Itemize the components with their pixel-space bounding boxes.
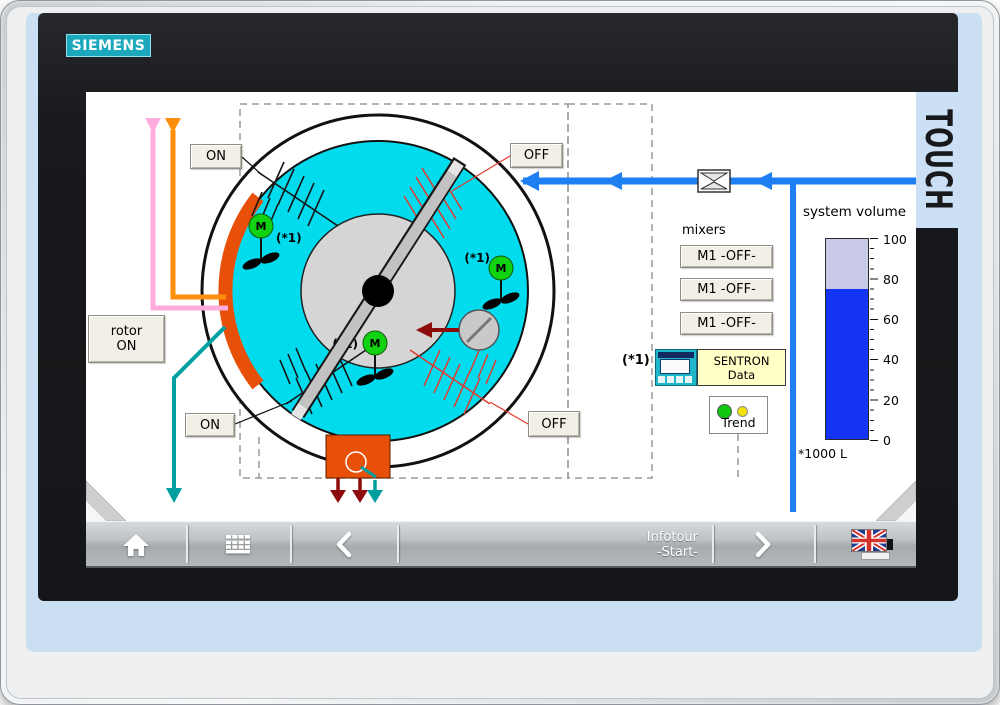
navigation-bar: Infotour -Start- [86,521,916,568]
sentron-device-icon [655,349,697,386]
mixer-2-button[interactable]: M1 -OFF- [680,278,773,301]
gauge-fill [826,289,868,439]
aerator-on-top-button[interactable]: ON [190,144,242,169]
gauge-tick-label: 40 [883,352,899,367]
gauge-tick-label: 100 [883,232,907,247]
gauge-tick-label: 60 [883,312,899,327]
motor-label: M [370,337,381,350]
aerator-off-top-button[interactable]: OFF [510,143,563,168]
gauge-tick-label: 20 [883,393,899,408]
gauge-bar [825,238,869,440]
hmi-screen: (*1) [86,92,916,568]
rotor-button-line1: rotor [110,324,143,339]
aerator-off-bottom-button[interactable]: OFF [528,411,580,437]
sentron-data-button[interactable]: SENTRON Data [697,349,786,386]
sentron-button-line2: Data [727,367,756,382]
gauge-unit: *1000 L [798,446,847,461]
menu-grid-icon [226,535,250,554]
footnote-label: (*1) [464,251,490,265]
mixer-1-button[interactable]: M1 -OFF- [680,245,773,268]
forward-button[interactable] [712,522,814,567]
system-volume-gauge: 100 80 60 40 20 0 [821,232,917,450]
brand-logo: SIEMENS [66,34,151,57]
home-button[interactable] [86,522,186,567]
language-flag-icon [851,529,887,552]
hmi-panel: SIEMENS TOUCH M (*1) M (*1) M ON OFF ON … [0,0,1000,705]
infotour-label-line1: Infotour [646,529,698,545]
back-button[interactable] [290,522,397,567]
aerator-on-bottom-button[interactable]: ON [185,413,235,437]
sentron-button-line1: SENTRON [713,353,770,368]
mixer-3-button[interactable]: M1 -OFF- [680,312,773,335]
feed-pipes [145,118,228,503]
secondary-flag-icon [861,552,890,560]
trend-button[interactable]: Trend [709,396,768,434]
outlet-station [325,434,391,503]
touch-badge: TOUCH [916,92,958,228]
sentron-footnote: (*1) [622,353,650,368]
screens-menu-button[interactable] [186,522,290,567]
infotour-start-button[interactable]: Infotour -Start- [397,522,712,567]
rotor-on-button[interactable]: rotor ON [88,315,165,363]
footnote-label: (*1) [276,231,302,245]
forward-icon [755,531,770,558]
gauge-title: system volume [803,204,907,220]
motor-label: M [496,262,507,275]
motor-label: M [256,220,267,233]
rotor-button-line2: ON [116,339,137,354]
gauge-major-ticks [870,238,878,441]
back-icon [336,531,352,558]
mixers-title: mixers [682,223,726,238]
infotour-label-line2: -Start- [656,544,698,560]
process-picture: (*1) [86,92,916,521]
language-switch-button[interactable] [814,522,916,567]
valve-icon [697,169,731,193]
home-icon [123,533,149,556]
gauge-tick-label: 0 [883,433,891,448]
gauge-tick-label: 80 [883,272,899,287]
trend-button-label: Trend [721,415,756,430]
